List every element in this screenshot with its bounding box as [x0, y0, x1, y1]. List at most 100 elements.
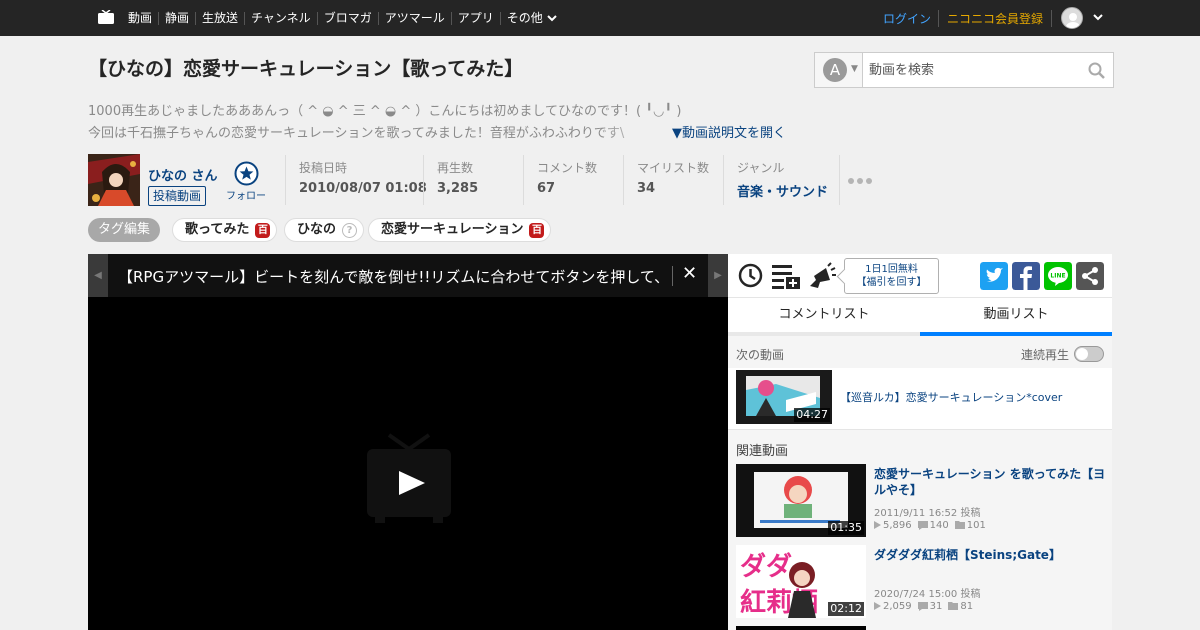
stat-comments: コメント数 67: [523, 155, 597, 205]
views-stat: 5,896: [874, 520, 912, 531]
search-icon[interactable]: [1088, 62, 1105, 79]
dictionary-icon[interactable]: 百: [255, 222, 271, 238]
stat-posted: 投稿日時 2010/08/07 01:08: [285, 155, 427, 205]
related-video-date: 2020/7/24 15:00 投稿: [874, 589, 981, 600]
more-options-icon[interactable]: [848, 178, 872, 184]
mylist-count-icon: [954, 521, 965, 529]
ad-next-arrow-icon[interactable]: ▶: [708, 254, 728, 297]
mylists-stat: 101: [954, 520, 986, 531]
next-video-thumbnail[interactable]: 04:27: [736, 370, 832, 424]
mylist-count-icon: [948, 602, 959, 610]
stat-divider: [839, 155, 840, 205]
ad-banner-text[interactable]: 【RPGアツマール】ビートを刻んで敵を倒せ!!リズムに合わせてボタンを押して、ス…: [118, 266, 666, 287]
play-tv-icon[interactable]: [367, 433, 451, 523]
twitter-share-icon[interactable]: [980, 262, 1008, 290]
description-line-1: 1000再生あじゃましたあああんっ（ ^ ◒ ^ 三 ^ ◒ ^ ）こんにちは初…: [88, 104, 682, 119]
play-count-icon: [874, 521, 881, 529]
tab-video-list[interactable]: 動画リスト: [920, 298, 1112, 336]
ad-prev-arrow-icon[interactable]: ◀: [88, 254, 108, 297]
nav-item-atsumaru[interactable]: アツマール: [377, 11, 451, 25]
nav-menu: 動画 静画 生放送 チャンネル ブロマガ アツマール アプリ その他: [122, 0, 563, 36]
video-player[interactable]: ◀ 【RPGアツマール】ビートを刻んで敵を倒せ!!リズムに合わせてボタンを押して…: [88, 254, 728, 630]
mylists-count: 101: [966, 520, 986, 531]
user-avatar[interactable]: [1061, 7, 1083, 29]
line-share-icon[interactable]: LINE: [1044, 262, 1072, 290]
follow-star-icon[interactable]: [234, 161, 259, 186]
related-video-thumbnail-partial[interactable]: [736, 626, 866, 630]
owner-avatar[interactable]: [88, 154, 140, 206]
lottery-bubble[interactable]: 1日1回無料 【福引を回す】: [844, 258, 939, 294]
related-video-thumbnail[interactable]: 01:35: [736, 464, 866, 537]
share-icon[interactable]: [1076, 262, 1104, 290]
nav-item-live[interactable]: 生放送: [195, 11, 244, 25]
follow-label[interactable]: フォロー: [226, 187, 266, 202]
related-video-item[interactable]: ダダ 紅莉栖 02:12 ダダダダ紅莉栖【Steins;Gate】 2020/7…: [728, 543, 1112, 619]
nicoad-megaphone-icon[interactable]: [808, 262, 836, 290]
panel-toolbar: 1日1回無料 【福引を回す】 LINE: [728, 254, 1112, 298]
dictionary-icon[interactable]: 百: [529, 222, 545, 238]
stat-genre-link[interactable]: 音楽・サウンド: [737, 181, 828, 200]
add-mylist-icon[interactable]: [772, 263, 801, 289]
stat-posted-label: 投稿日時: [299, 161, 348, 175]
autoplay-toggle[interactable]: [1074, 346, 1104, 362]
stat-mylists-value: 34: [637, 181, 656, 196]
owner-videos-button[interactable]: 投稿動画: [148, 186, 207, 206]
ad-separator: [672, 266, 673, 286]
nav-item-video[interactable]: 動画: [122, 11, 158, 25]
tab-comment-list[interactable]: コメントリスト: [728, 298, 920, 336]
close-icon[interactable]: ✕: [682, 263, 697, 284]
tag-edit-button[interactable]: タグ編集: [88, 218, 161, 242]
owner-avatar-image: [88, 154, 140, 206]
tag-item[interactable]: 恋愛サーキュレーション 百: [368, 218, 552, 242]
nav-item-channel[interactable]: チャンネル: [244, 11, 317, 25]
search-input[interactable]: [869, 60, 1079, 80]
svg-text:LINE: LINE: [1050, 273, 1065, 280]
register-link[interactable]: ニコニコ会員登録: [937, 9, 1052, 27]
tag-item[interactable]: ひなの ?: [284, 218, 365, 242]
lottery-line-1: 1日1回無料: [865, 264, 918, 275]
next-video-title[interactable]: 【巡音ルカ】恋愛サーキュレーション*cover: [840, 389, 1062, 405]
nav-item-apps[interactable]: アプリ: [450, 11, 500, 25]
open-description-link[interactable]: ▼動画説明文を開く: [672, 123, 786, 145]
next-video-label: 次の動画: [736, 348, 785, 362]
mylists-count: 81: [960, 601, 974, 612]
views-stat: 2,059: [874, 601, 912, 612]
stat-views: 再生数 3,285: [423, 155, 478, 205]
player-ad-banner: ◀ 【RPGアツマール】ビートを刻んで敵を倒せ!!リズムに合わせてボタンを押して…: [88, 254, 728, 297]
search-mode-selector[interactable]: A ▼: [815, 53, 863, 87]
nav-item-seiga[interactable]: 静画: [158, 11, 195, 25]
owner-name-link[interactable]: ひなの さん: [148, 165, 218, 184]
description-line-2-row: 今回は千石撫子ちゃんの恋愛サーキュレーションを歌ってみました！音程がふわふわりで…: [88, 123, 788, 145]
niconico-logo-icon[interactable]: [98, 10, 114, 24]
related-video-title[interactable]: 恋愛サーキュレーション を歌ってみた【ヨルやそ】: [874, 466, 1106, 498]
tag-item[interactable]: 歌ってみた 百: [172, 218, 278, 242]
video-side-panel: 1日1回無料 【福引を回す】 LINE コメントリスト 動画リスト 次の動画 連…: [728, 254, 1112, 630]
facebook-share-icon[interactable]: [1012, 262, 1040, 290]
comments-stat: 31: [917, 601, 943, 612]
related-videos-label: 関連動画: [736, 444, 789, 459]
comment-count-icon: [917, 601, 928, 611]
lottery-line-2: 【福引を回す】: [856, 277, 927, 288]
dictionary-missing-icon[interactable]: ?: [342, 222, 358, 238]
caret-down-icon: ▼: [851, 64, 858, 74]
top-navigation-bar: 動画 静画 生放送 チャンネル ブロマガ アツマール アプリ その他 ログイン …: [0, 0, 1200, 36]
autoplay-label: 連続再生: [1021, 348, 1070, 362]
related-video-item[interactable]: 01:35 恋愛サーキュレーション を歌ってみた【ヨルやそ】 2011/9/11…: [728, 462, 1112, 538]
nav-item-more[interactable]: その他: [499, 11, 563, 25]
views-count: 5,896: [883, 520, 912, 531]
login-link[interactable]: ログイン: [876, 10, 938, 27]
related-video-title[interactable]: ダダダダ紅莉栖【Steins;Gate】: [874, 547, 1106, 563]
comments-count: 31: [929, 601, 943, 612]
next-video-item[interactable]: 04:27 【巡音ルカ】恋愛サーキュレーション*cover: [728, 368, 1112, 430]
search-box: A ▼: [814, 52, 1114, 88]
related-video-duration: 01:35: [828, 521, 864, 535]
related-video-thumbnail[interactable]: ダダ 紅莉栖 02:12: [736, 545, 866, 618]
search-mode-badge: A: [823, 58, 847, 82]
account-chevron-down-icon[interactable]: [1092, 12, 1104, 22]
default-avatar-icon: [1066, 13, 1080, 28]
watch-later-clock-icon[interactable]: [738, 263, 763, 288]
video-description: 1000再生あじゃましたあああんっ（ ^ ◒ ^ 三 ^ ◒ ^ ）こんにちは初…: [88, 101, 788, 145]
nav-item-blomaga[interactable]: ブロマガ: [316, 11, 378, 25]
comments-stat: 140: [917, 520, 949, 531]
related-video-duration: 02:12: [828, 602, 864, 616]
